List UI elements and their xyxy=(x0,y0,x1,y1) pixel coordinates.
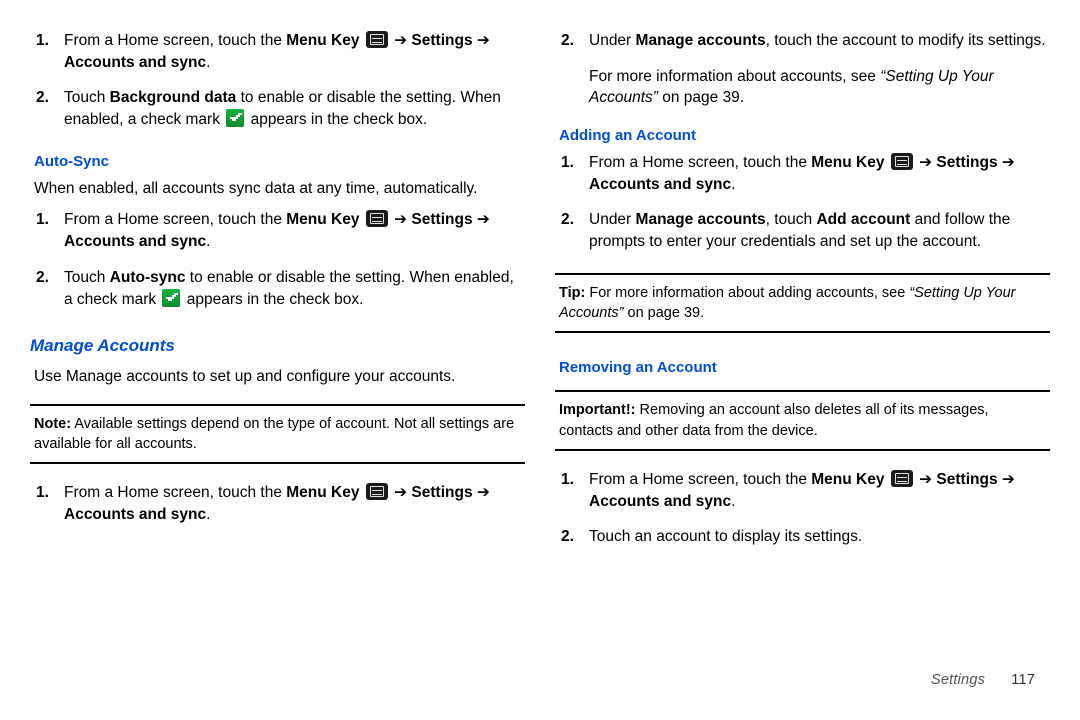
adding-account-steps: From a Home screen, touch the Menu Key ➔… xyxy=(555,152,1050,267)
manage-accounts-note: Note: Available settings depend on the t… xyxy=(30,404,525,465)
step: Touch Auto-sync to enable or disable the… xyxy=(58,267,525,310)
removing-account-steps: From a Home screen, touch the Menu Key ➔… xyxy=(555,469,1050,562)
menu-key-icon xyxy=(366,483,388,500)
step: Touch Background data to enable or disab… xyxy=(58,87,525,130)
step: From a Home screen, touch the Menu Key ➔… xyxy=(583,152,1050,195)
manage-accounts-steps-a: From a Home screen, touch the Menu Key ➔… xyxy=(30,482,525,539)
manage-accounts-xref: For more information about accounts, see… xyxy=(589,66,1050,109)
background-data-steps: From a Home screen, touch the Menu Key ➔… xyxy=(30,30,525,145)
step-text: From a Home screen, touch the Menu Key ➔… xyxy=(589,154,1015,193)
removing-account-important: Important!: Removing an account also del… xyxy=(555,390,1050,451)
step: From a Home screen, touch the Menu Key ➔… xyxy=(583,469,1050,512)
footer-section: Settings xyxy=(931,672,985,688)
left-column: From a Home screen, touch the Menu Key ➔… xyxy=(30,30,525,720)
step-text: Touch Auto-sync to enable or disable the… xyxy=(64,269,514,308)
step-text: Touch an account to display its settings… xyxy=(589,528,862,545)
manage-accounts-steps-b: Under Manage accounts, touch the account… xyxy=(555,30,1050,66)
auto-sync-heading: Auto-Sync xyxy=(34,151,525,172)
manage-accounts-intro: Use Manage accounts to set up and config… xyxy=(34,366,525,388)
menu-key-icon xyxy=(891,153,913,170)
check-icon xyxy=(226,109,244,127)
removing-account-heading: Removing an Account xyxy=(559,357,1050,378)
footer-page-number: 117 xyxy=(1011,672,1035,688)
step-text: Under Manage accounts, touch the account… xyxy=(589,32,1046,49)
step: From a Home screen, touch the Menu Key ➔… xyxy=(58,30,525,73)
step-text: From a Home screen, touch the Menu Key ➔… xyxy=(64,484,490,523)
auto-sync-steps: From a Home screen, touch the Menu Key ➔… xyxy=(30,209,525,324)
menu-key-icon xyxy=(366,210,388,227)
step-text: Under Manage accounts, touch Add account… xyxy=(589,211,1010,250)
step: Under Manage accounts, touch Add account… xyxy=(583,209,1050,252)
step: From a Home screen, touch the Menu Key ➔… xyxy=(58,482,525,525)
right-column: Under Manage accounts, touch the account… xyxy=(555,30,1050,720)
auto-sync-intro: When enabled, all accounts sync data at … xyxy=(34,178,525,200)
step-text: From a Home screen, touch the Menu Key ➔… xyxy=(589,471,1015,510)
step: Touch an account to display its settings… xyxy=(583,526,1050,548)
adding-account-heading: Adding an Account xyxy=(559,125,1050,146)
menu-key-icon xyxy=(366,31,388,48)
menu-key-icon xyxy=(891,470,913,487)
step-text: From a Home screen, touch the Menu Key ➔… xyxy=(64,32,490,71)
step: Under Manage accounts, touch the account… xyxy=(583,30,1050,52)
step-text: Touch Background data to enable or disab… xyxy=(64,89,501,128)
page-footer: Settings 117 xyxy=(931,670,1035,690)
check-icon xyxy=(162,289,180,307)
step: From a Home screen, touch the Menu Key ➔… xyxy=(58,209,525,252)
adding-account-tip: Tip: For more information about adding a… xyxy=(555,273,1050,334)
step-text: From a Home screen, touch the Menu Key ➔… xyxy=(64,211,490,250)
manage-accounts-heading: Manage Accounts xyxy=(30,334,525,358)
